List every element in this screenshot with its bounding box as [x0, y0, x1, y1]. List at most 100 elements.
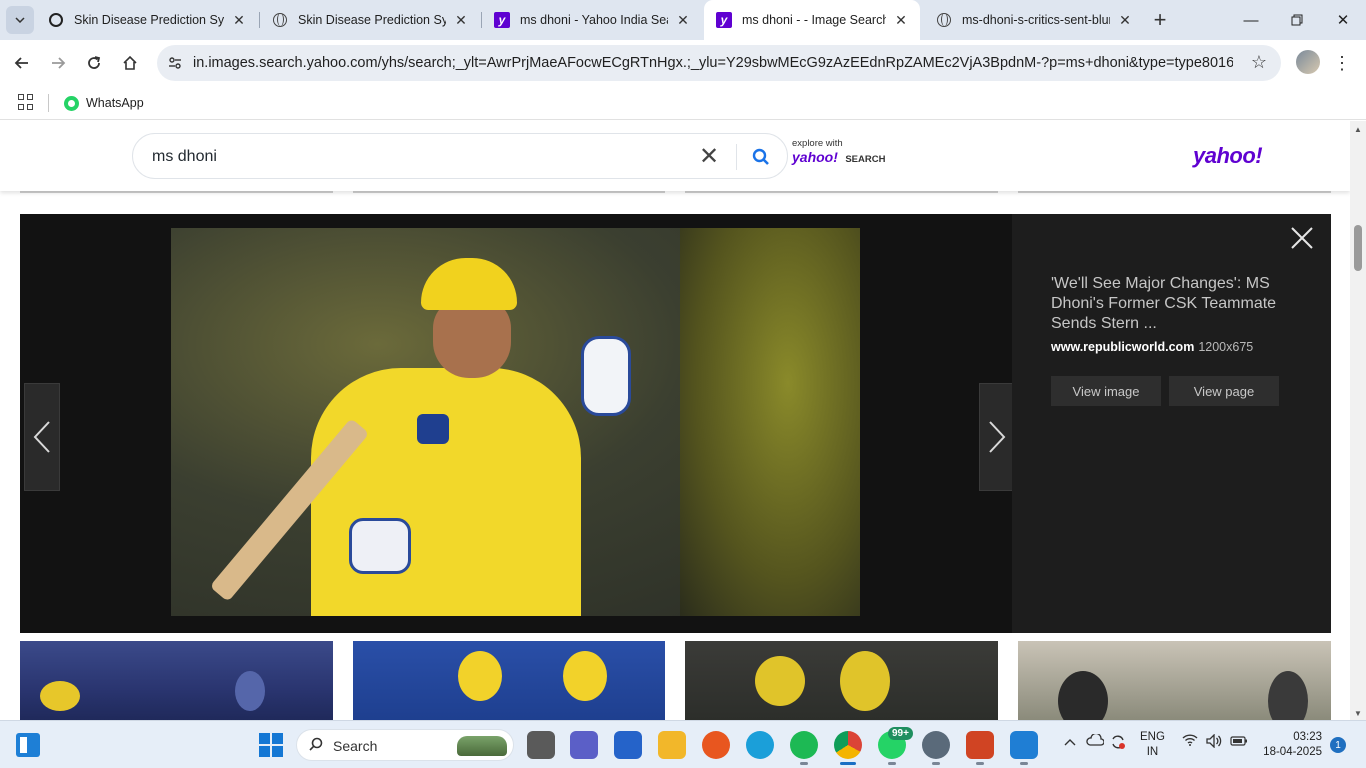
thumbnail-row — [0, 641, 1350, 720]
search-input[interactable]: ms dhoni — [152, 148, 217, 166]
teams-icon[interactable] — [570, 731, 598, 759]
show-hidden-icons[interactable] — [1064, 734, 1076, 749]
running-indicator — [1020, 762, 1028, 765]
image-info-panel: 'We'll See Major Changes': MS Dhoni's Fo… — [1012, 214, 1331, 633]
view-page-button[interactable]: View page — [1169, 376, 1279, 406]
taskbar-search[interactable]: Search — [296, 729, 514, 761]
close-tab-icon[interactable]: ✕ — [892, 11, 910, 29]
tab-skin-disease-2[interactable]: Skin Disease Prediction System ✕ — [260, 0, 480, 40]
whatsapp-icon — [64, 95, 79, 111]
clear-search-icon[interactable]: ✕ — [697, 143, 721, 170]
previous-image-button[interactable] — [24, 383, 60, 491]
tab-search-menu-button[interactable] — [6, 6, 34, 34]
page-content: ms dhoni ✕ explore with yahoo! SEARCH ya… — [0, 121, 1350, 720]
site-settings-icon[interactable] — [166, 54, 184, 72]
active-indicator — [840, 762, 856, 765]
chrome-icon[interactable] — [834, 731, 862, 759]
sync-icon[interactable] — [1110, 734, 1126, 753]
search-divider — [736, 144, 737, 170]
url-text[interactable]: in.images.search.yahoo.com/yhs/search;_y… — [193, 55, 1233, 71]
view-image-button[interactable]: View image — [1051, 376, 1161, 406]
restore-button[interactable] — [1274, 0, 1320, 40]
yahoo-logo[interactable]: yahoo! — [1193, 143, 1263, 169]
image-viewer: 'We'll See Major Changes': MS Dhoni's Fo… — [20, 214, 1331, 633]
running-indicator — [932, 762, 940, 765]
globe-icon — [936, 12, 952, 28]
wifi-icon[interactable] — [1182, 734, 1198, 749]
running-indicator — [888, 762, 896, 765]
settings-icon[interactable] — [922, 731, 950, 759]
start-icon[interactable] — [259, 733, 283, 757]
tab-title: Skin Disease Prediction System — [74, 13, 224, 27]
store-icon[interactable] — [614, 731, 642, 759]
globe-icon — [272, 12, 288, 28]
thumbnail-image[interactable] — [353, 641, 665, 720]
battery-icon[interactable] — [1230, 734, 1248, 749]
browser-menu-icon[interactable]: ⋮ — [1332, 48, 1352, 78]
taskbar-search-placeholder: Search — [333, 738, 378, 754]
spotify-icon[interactable] — [790, 731, 818, 759]
tab-skin-disease-1[interactable]: Skin Disease Prediction System ✕ — [36, 0, 258, 40]
tab-title: ms-dhoni-s-critics-sent-blunt — [962, 13, 1110, 27]
running-indicator — [800, 762, 808, 765]
apps-grid-icon[interactable] — [18, 94, 34, 110]
home-button[interactable] — [115, 48, 145, 78]
volume-icon[interactable] — [1206, 733, 1222, 751]
thumbnail-image[interactable] — [685, 641, 998, 720]
close-tab-icon[interactable]: ✕ — [674, 11, 692, 29]
tab-yahoo-search[interactable]: y ms dhoni - Yahoo India Search ✕ — [482, 0, 702, 40]
scroll-thumb[interactable] — [1354, 225, 1362, 271]
reload-button[interactable] — [79, 48, 109, 78]
system-clock[interactable]: 03:23 18-04-2025 — [1258, 730, 1322, 760]
source-domain[interactable]: www.republicworld.com — [1051, 340, 1194, 354]
profile-avatar[interactable] — [1296, 50, 1320, 74]
minimize-button[interactable]: — — [1228, 0, 1274, 40]
onedrive-icon[interactable] — [1086, 732, 1105, 749]
scroll-down-icon[interactable]: ▼ — [1354, 709, 1362, 718]
whatsapp-badge: 99+ — [888, 727, 913, 740]
explore-search-word: SEARCH — [845, 154, 886, 165]
thumbnail-image[interactable] — [20, 641, 333, 720]
image-source: www.republicworld.com 1200x675 — [1051, 340, 1253, 354]
search-highlight-art — [457, 736, 507, 756]
page-scrollbar[interactable]: ▲ ▼ — [1350, 121, 1366, 720]
close-viewer-icon[interactable] — [1288, 224, 1316, 252]
thumbnail-image[interactable] — [1018, 641, 1331, 720]
notification-badge[interactable]: 1 — [1330, 737, 1346, 753]
task-view-icon[interactable] — [527, 731, 555, 759]
edge-icon[interactable] — [746, 731, 774, 759]
openai-icon — [48, 12, 64, 28]
browser-toolbar: in.images.search.yahoo.com/yhs/search;_y… — [0, 40, 1366, 86]
image-title[interactable]: 'We'll See Major Changes': MS Dhoni's Fo… — [1051, 274, 1301, 334]
file-explorer-icon[interactable] — [658, 731, 686, 759]
search-header: ms dhoni ✕ explore with yahoo! SEARCH ya… — [0, 121, 1350, 191]
tab-image-search-active[interactable]: y ms dhoni - - Image Search results ✕ — [704, 0, 920, 40]
bookmark-star-icon[interactable]: ☆ — [1251, 52, 1267, 73]
explore-with-yahoo[interactable]: explore with yahoo! SEARCH — [792, 138, 902, 167]
preview-image[interactable] — [171, 228, 860, 616]
tab-dhoni-critics[interactable]: ms-dhoni-s-critics-sent-blunt ✕ — [924, 0, 1144, 40]
powerpoint-icon[interactable] — [966, 731, 994, 759]
widgets-icon[interactable] — [16, 733, 40, 757]
close-window-button[interactable]: ✕ — [1320, 0, 1366, 40]
tab-strip: Skin Disease Prediction System ✕ Skin Di… — [0, 0, 1366, 40]
close-tab-icon[interactable]: ✕ — [1116, 11, 1134, 29]
next-image-button[interactable] — [979, 383, 1015, 491]
bookmark-whatsapp[interactable]: WhatsApp — [64, 93, 144, 113]
explore-brand: yahoo! — [792, 149, 838, 165]
scroll-up-icon[interactable]: ▲ — [1354, 125, 1362, 134]
language-indicator[interactable]: ENG IN — [1140, 730, 1165, 760]
firefox-icon[interactable] — [702, 731, 730, 759]
back-button[interactable] — [7, 48, 37, 78]
search-box: ms dhoni ✕ — [132, 133, 788, 179]
search-icon[interactable] — [748, 144, 774, 170]
address-bar[interactable]: in.images.search.yahoo.com/yhs/search;_y… — [157, 45, 1281, 81]
vscode-icon[interactable] — [1010, 731, 1038, 759]
close-tab-icon[interactable]: ✕ — [230, 11, 248, 29]
bookmark-separator — [48, 94, 49, 112]
bookmarks-bar: WhatsApp — [0, 86, 1366, 120]
close-tab-icon[interactable]: ✕ — [452, 11, 470, 29]
forward-button[interactable] — [43, 48, 73, 78]
new-tab-button[interactable]: + — [1148, 7, 1172, 32]
region-code: IN — [1146, 746, 1159, 758]
